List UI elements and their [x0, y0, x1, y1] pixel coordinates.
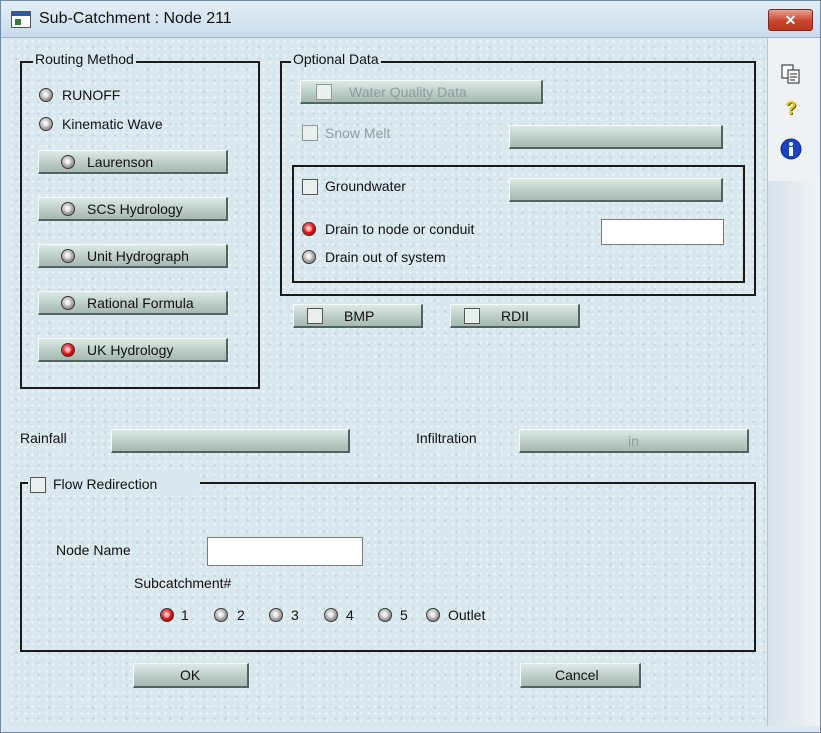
snow-melt-checkbox — [302, 125, 318, 141]
water-quality-button: Water Quality Data — [300, 80, 543, 104]
laurenson-button[interactable]: Laurenson — [38, 150, 228, 174]
uk-hydrology-radio — [61, 343, 75, 357]
window-title: Sub-Catchment : Node 211 — [39, 10, 232, 27]
node-name-label: Node Name — [56, 542, 131, 558]
laurenson-radio — [61, 155, 75, 169]
rational-formula-label: Rational Formula — [87, 295, 194, 311]
water-quality-checkbox — [316, 84, 332, 100]
drain-out-radio[interactable] — [302, 250, 316, 264]
scs-hydrology-label: SCS Hydrology — [87, 201, 183, 217]
drain-node-radio[interactable] — [302, 222, 316, 236]
laurenson-label: Laurenson — [87, 154, 154, 170]
rational-formula-button[interactable]: Rational Formula — [38, 291, 228, 315]
subcatchment-2-label: 2 — [237, 607, 245, 623]
scs-hydrology-button[interactable]: SCS Hydrology — [38, 197, 228, 221]
rational-formula-radio — [61, 296, 75, 310]
subcatchment-5-radio[interactable] — [378, 608, 392, 622]
drain-node-label: Drain to node or conduit — [325, 221, 475, 237]
kinematic-wave-radio[interactable] — [39, 117, 53, 131]
flow-redirection-checkbox[interactable] — [30, 477, 46, 493]
subcatchment-1-radio[interactable] — [160, 608, 174, 622]
flow-redirection-group — [20, 482, 756, 652]
uk-hydrology-button[interactable]: UK Hydrology — [38, 338, 228, 362]
node-name-input[interactable] — [207, 537, 363, 566]
subcatchment-label: Subcatchment# — [134, 575, 232, 591]
runoff-label: RUNOFF — [62, 87, 121, 103]
cancel-button[interactable]: Cancel — [520, 663, 641, 688]
sub-catchment-dialog: Sub-Catchment : Node 211 ✕ ? Routing Met… — [0, 0, 821, 733]
infiltration-value: in — [628, 433, 639, 449]
ok-button[interactable]: OK — [133, 663, 249, 688]
snow-melt-label: Snow Melt — [325, 125, 391, 141]
subcatchment-outlet-label: Outlet — [448, 607, 486, 623]
drain-node-input[interactable] — [601, 219, 724, 245]
unit-hydrograph-button[interactable]: Unit Hydrograph — [38, 244, 228, 268]
bmp-button[interactable]: BMP — [293, 304, 423, 328]
infiltration-button[interactable]: in — [519, 429, 749, 453]
water-quality-label: Water Quality Data — [349, 84, 467, 100]
unit-hydrograph-label: Unit Hydrograph — [87, 248, 189, 264]
drain-out-label: Drain out of system — [325, 249, 446, 265]
subcatchment-outlet-radio[interactable] — [426, 608, 440, 622]
groundwater-checkbox[interactable] — [302, 179, 318, 195]
subcatchment-2-radio[interactable] — [214, 608, 228, 622]
info-icon[interactable] — [778, 138, 804, 162]
infiltration-label: Infiltration — [416, 430, 477, 446]
bmp-checkbox — [307, 308, 323, 324]
groundwater-label: Groundwater — [325, 178, 406, 194]
copy-icon[interactable] — [778, 63, 804, 87]
subcatchment-3-radio[interactable] — [269, 608, 283, 622]
rdii-button[interactable]: RDII — [450, 304, 580, 328]
subcatchment-1-label: 1 — [181, 607, 189, 623]
ok-label: OK — [180, 667, 201, 683]
rainfall-label: Rainfall — [20, 430, 67, 446]
unit-hydrograph-radio — [61, 249, 75, 263]
app-icon — [11, 11, 31, 28]
optional-data-label: Optional Data — [291, 51, 381, 67]
rainfall-button[interactable] — [111, 429, 350, 453]
flow-redirection-label: Flow Redirection — [53, 476, 158, 492]
scs-hydrology-radio — [61, 202, 75, 216]
routing-method-label: Routing Method — [33, 51, 136, 67]
rdii-label: RDII — [501, 308, 529, 324]
uk-hydrology-label: UK Hydrology — [87, 342, 174, 358]
snow-melt-button — [509, 125, 723, 149]
runoff-radio[interactable] — [39, 88, 53, 102]
cancel-label: Cancel — [555, 667, 599, 683]
bmp-label: BMP — [344, 308, 375, 324]
subcatchment-5-label: 5 — [400, 607, 408, 623]
rdii-checkbox — [464, 308, 480, 324]
scrollbar[interactable] — [767, 181, 820, 726]
groundwater-button[interactable] — [509, 178, 723, 202]
subcatchment-4-radio[interactable] — [324, 608, 338, 622]
kinematic-wave-label: Kinematic Wave — [62, 116, 163, 132]
subcatchment-3-label: 3 — [291, 607, 299, 623]
help-icon[interactable]: ? — [778, 98, 804, 122]
subcatchment-4-label: 4 — [346, 607, 354, 623]
close-button[interactable]: ✕ — [768, 9, 813, 31]
title-bar: Sub-Catchment : Node 211 ✕ — [1, 1, 820, 38]
